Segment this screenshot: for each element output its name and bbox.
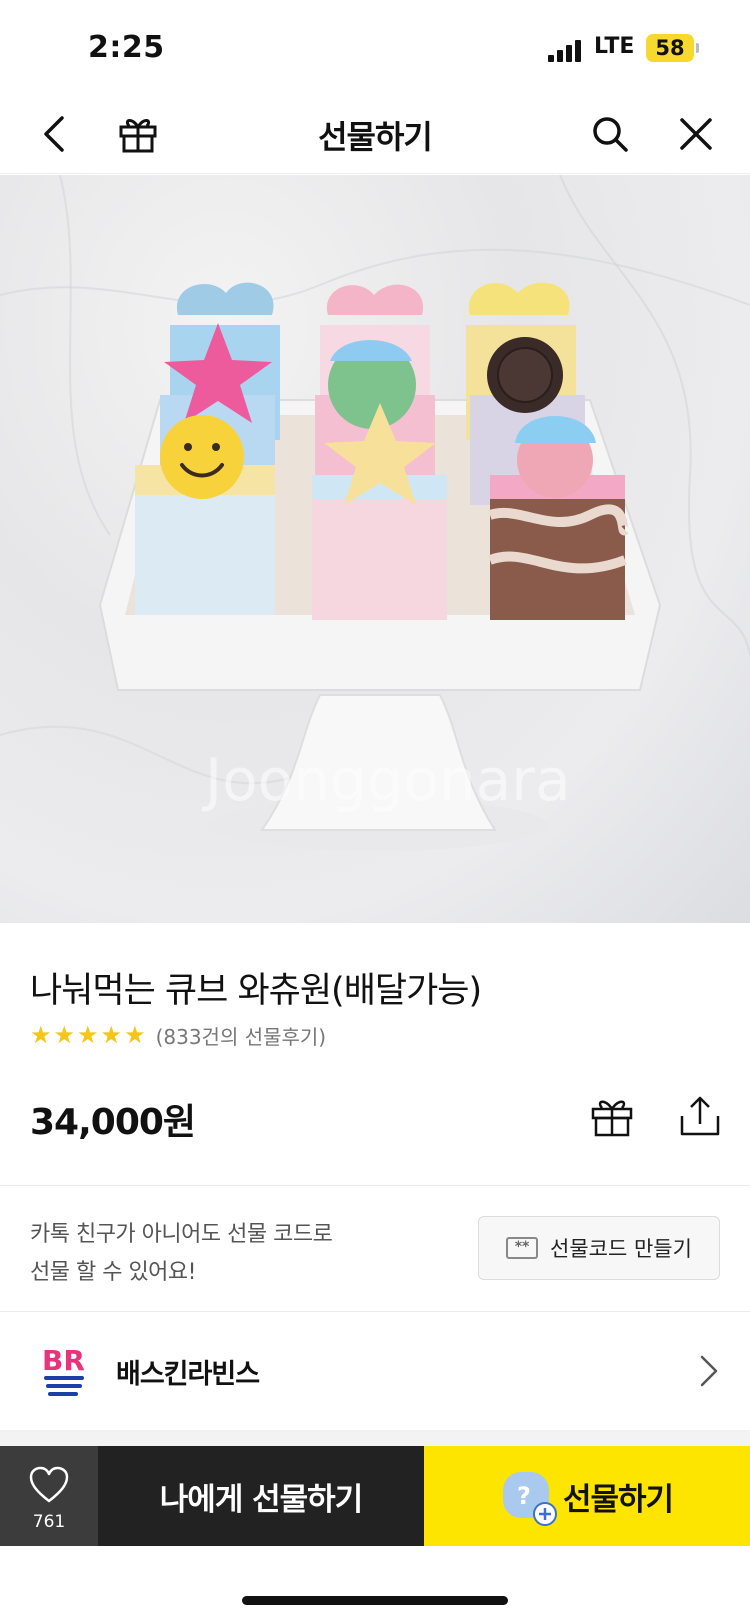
- star-icon: ★: [53, 1021, 76, 1049]
- share-icon[interactable]: [676, 1092, 724, 1140]
- wish-gift-icon[interactable]: [588, 1092, 636, 1140]
- gift-button[interactable]: ? 선물하기: [424, 1446, 750, 1546]
- home-indicator[interactable]: [242, 1596, 508, 1605]
- watermark-text: Joonggonara: [202, 746, 571, 814]
- product-image[interactable]: Joonggonara: [0, 175, 750, 923]
- header: 선물하기: [0, 96, 750, 174]
- search-icon[interactable]: [586, 110, 634, 158]
- gift-code-button-label: 선물코드 만들기: [550, 1237, 692, 1261]
- brand-logo: BR: [38, 1342, 90, 1398]
- close-icon[interactable]: [672, 110, 720, 158]
- status-time: 2:25: [88, 30, 165, 65]
- gift-code-button[interactable]: ** 선물코드 만들기: [478, 1216, 720, 1280]
- rating-row[interactable]: ★ ★ ★ ★ ★ (833건의 선물후기): [30, 1020, 326, 1050]
- star-icon: ★: [30, 1021, 52, 1049]
- battery-nub: [696, 43, 699, 53]
- price: 34,000원: [30, 1102, 196, 1143]
- code-card-icon: **: [506, 1237, 539, 1259]
- friend-avatar-icon: ?: [501, 1470, 557, 1526]
- brand-name: 배스킨라빈스: [116, 1359, 260, 1390]
- gift-code-info-line2: 선물 할 수 있어요!: [30, 1260, 196, 1285]
- self-gift-button[interactable]: 나에게 선물하기: [98, 1446, 424, 1546]
- gift-code-info-line1: 카톡 친구가 아니어도 선물 코드로: [30, 1222, 333, 1247]
- network-label: LTE: [594, 34, 635, 59]
- page-title: 선물하기: [318, 118, 433, 156]
- status-bar: 2:25 LTE 58: [0, 0, 750, 96]
- gift-code-info: 카톡 친구가 아니어도 선물 코드로 선물 할 수 있어요!: [30, 1216, 333, 1292]
- star-icon: ★: [100, 1021, 123, 1049]
- self-gift-label: 나에게 선물하기: [159, 1481, 363, 1518]
- bottom-action-bar: 761 나에게 선물하기 ? 선물하기: [0, 1446, 750, 1546]
- product-name: 나눠먹는 큐브 와츄원(배달가능): [30, 971, 482, 1011]
- gift-button-label: 선물하기: [562, 1481, 674, 1518]
- brand-logo-text: BR: [42, 1344, 85, 1377]
- rating-stars: ★ ★ ★ ★ ★: [30, 1023, 146, 1047]
- like-count: 761: [32, 1512, 66, 1532]
- star-icon: ★: [124, 1021, 146, 1049]
- star-icon: ★: [77, 1021, 99, 1049]
- heart-icon: [29, 1466, 69, 1503]
- chevron-right-icon: [698, 1354, 720, 1392]
- divider: [0, 1185, 750, 1186]
- brand-row[interactable]: BR 배스킨라빈스: [0, 1312, 750, 1430]
- battery-icon: 58: [646, 34, 694, 62]
- avatar-glyph: ?: [517, 1482, 530, 1510]
- section-gap: [0, 1430, 750, 1446]
- like-button[interactable]: 761: [0, 1446, 98, 1546]
- signal-icon: [548, 40, 582, 62]
- review-count[interactable]: (833건의 선물후기): [156, 1021, 327, 1050]
